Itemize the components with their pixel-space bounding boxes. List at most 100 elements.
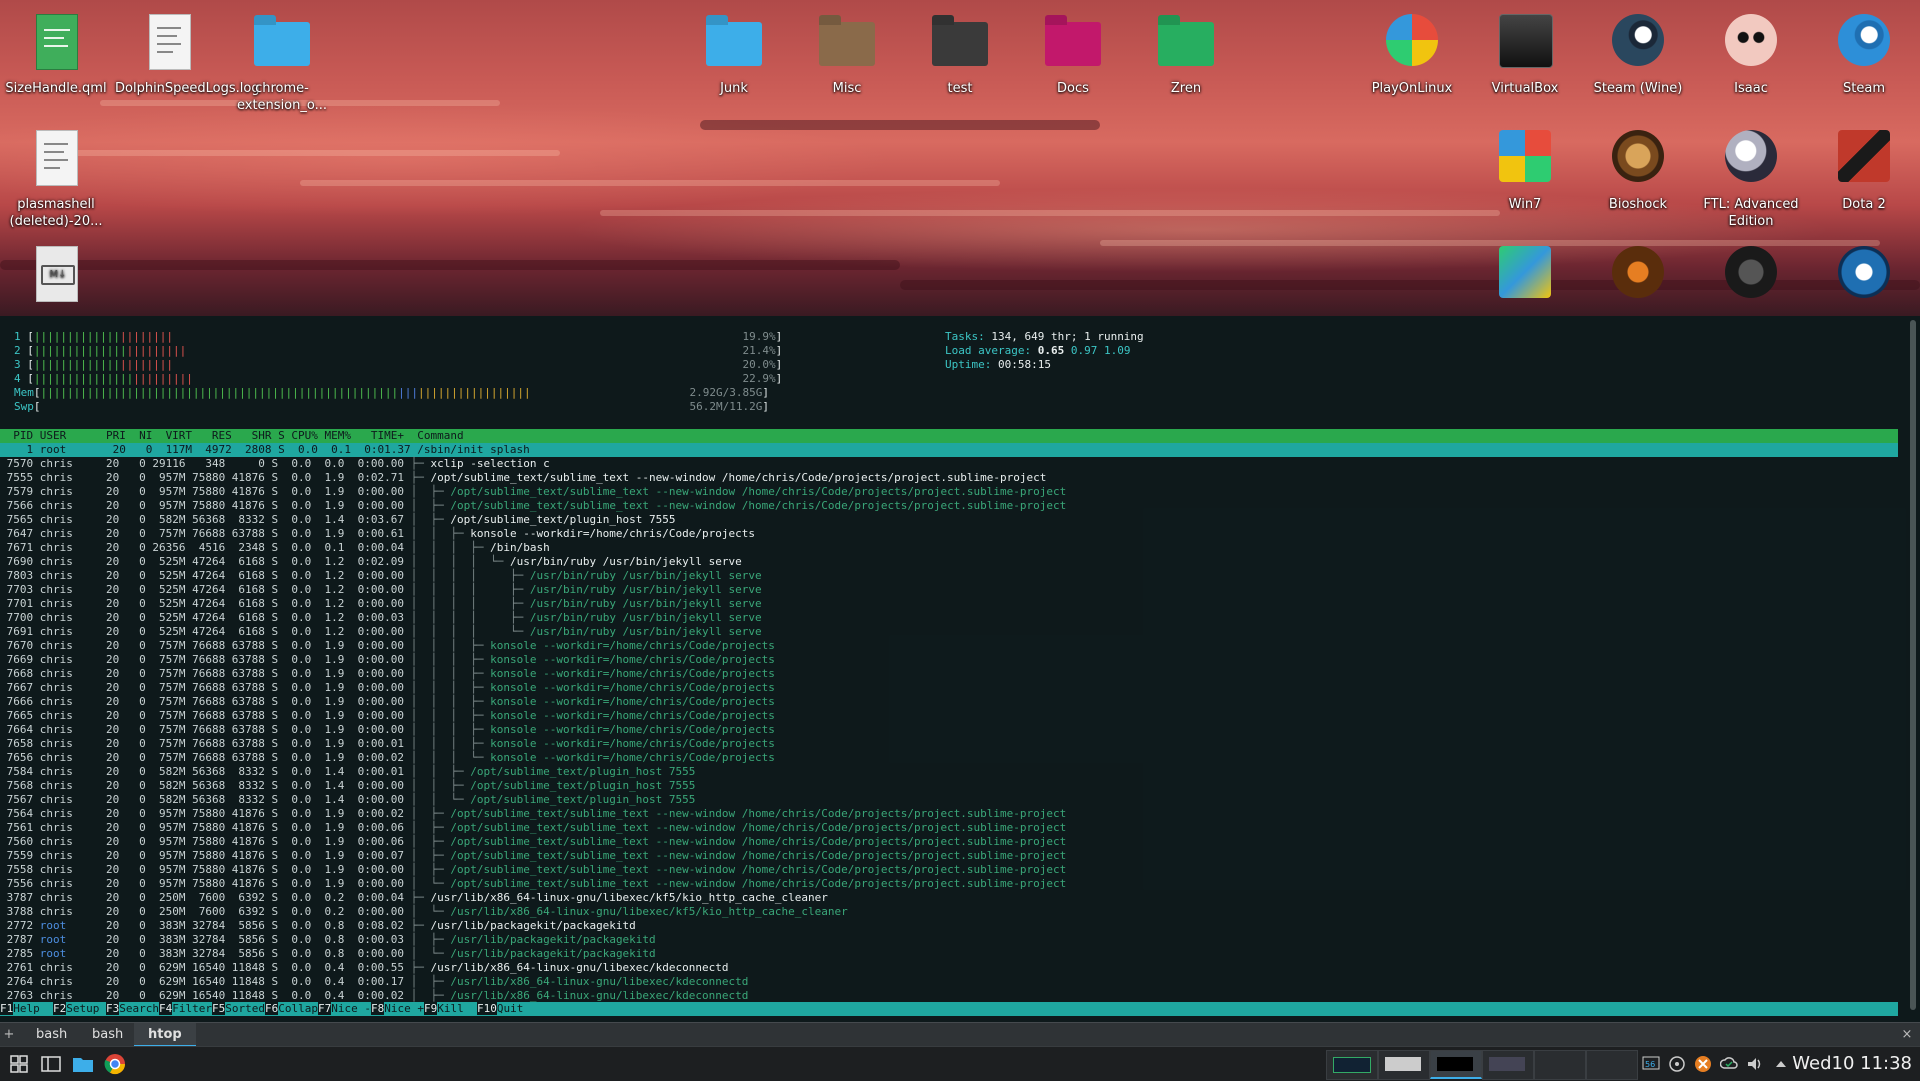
file-manager-icon[interactable] bbox=[70, 1051, 96, 1077]
fkey-f7[interactable]: F7 bbox=[318, 1002, 332, 1015]
desktop-app-steam-wine[interactable]: Steam (Wine) bbox=[1584, 10, 1692, 97]
process-row[interactable]: 7667 chris 20 0 757M 76688 63788 S 0.0 1… bbox=[0, 681, 1898, 695]
process-row[interactable]: 7560 chris 20 0 957M 75880 41876 S 0.0 1… bbox=[0, 835, 1898, 849]
desktop-folder-docs[interactable]: Docs bbox=[1019, 10, 1127, 97]
desktop-icon-dolphinspeedlogs[interactable]: DolphinSpeedLogs.log bbox=[115, 10, 260, 97]
process-row[interactable]: 7701 chris 20 0 525M 47264 6168 S 0.0 1.… bbox=[0, 597, 1898, 611]
fkey-label[interactable]: Setup bbox=[66, 1002, 106, 1015]
process-row[interactable]: 7700 chris 20 0 525M 47264 6168 S 0.0 1.… bbox=[0, 611, 1898, 625]
volume-icon[interactable] bbox=[1746, 1055, 1764, 1073]
process-row[interactable]: 7690 chris 20 0 525M 47264 6168 S 0.0 1.… bbox=[0, 555, 1898, 569]
fkey-label[interactable]: Sorted bbox=[225, 1002, 265, 1015]
process-row[interactable]: 7703 chris 20 0 525M 47264 6168 S 0.0 1.… bbox=[0, 583, 1898, 597]
desktop-app-ftl[interactable]: FTL: Advanced Edition bbox=[1697, 126, 1805, 230]
system-monitor-icon[interactable]: 56 bbox=[1642, 1055, 1660, 1073]
process-row[interactable]: 7670 chris 20 0 757M 76688 63788 S 0.0 1… bbox=[0, 639, 1898, 653]
process-row[interactable]: 7665 chris 20 0 757M 76688 63788 S 0.0 1… bbox=[0, 709, 1898, 723]
cloud-sync-icon[interactable] bbox=[1719, 1055, 1738, 1073]
desktop-app-rocket-league[interactable] bbox=[1810, 242, 1918, 312]
fkey-label[interactable]: Help bbox=[13, 1002, 53, 1015]
fkey-f6[interactable]: F6 bbox=[265, 1002, 279, 1015]
process-row[interactable]: 7559 chris 20 0 957M 75880 41876 S 0.0 1… bbox=[0, 849, 1898, 863]
show-desktop-icon[interactable] bbox=[38, 1051, 64, 1077]
process-row[interactable]: 7671 chris 20 0 26356 4516 2348 S 0.0 0.… bbox=[0, 541, 1898, 555]
tab-bash-2[interactable]: bash bbox=[78, 1023, 137, 1047]
desktop-folder-misc[interactable]: Misc bbox=[793, 10, 901, 97]
process-row[interactable]: 2761 chris 20 0 629M 16540 11848 S 0.0 0… bbox=[0, 961, 1898, 975]
fkey-label[interactable]: Collap bbox=[278, 1002, 318, 1015]
process-row[interactable]: 7565 chris 20 0 582M 56368 8332 S 0.0 1.… bbox=[0, 513, 1898, 527]
process-row[interactable]: 2787 root 20 0 383M 32784 5856 S 0.0 0.8… bbox=[0, 933, 1898, 947]
process-row[interactable]: 7570 chris 20 0 29116 348 0 S 0.0 0.0 0:… bbox=[0, 457, 1898, 471]
process-row[interactable]: 7803 chris 20 0 525M 47264 6168 S 0.0 1.… bbox=[0, 569, 1898, 583]
clock[interactable]: Wed10 11:38 bbox=[1792, 1047, 1912, 1081]
network-status-icon[interactable] bbox=[1668, 1055, 1686, 1073]
fkey-f10[interactable]: F10 bbox=[477, 1002, 497, 1015]
process-row[interactable]: 7647 chris 20 0 757M 76688 63788 S 0.0 1… bbox=[0, 527, 1898, 541]
desktop-app-game[interactable] bbox=[1471, 242, 1579, 312]
task-window-3[interactable] bbox=[1586, 1050, 1638, 1080]
app-launcher-icon[interactable] bbox=[6, 1051, 32, 1077]
process-row[interactable]: 7555 chris 20 0 957M 75880 41876 S 0.0 1… bbox=[0, 471, 1898, 485]
desktop-icon-sizehandle[interactable]: SizeHandle.qml bbox=[2, 10, 110, 97]
process-row[interactable]: 7656 chris 20 0 757M 76688 63788 S 0.0 1… bbox=[0, 751, 1898, 765]
process-row[interactable]: 2763 chris 20 0 629M 16540 11848 S 0.0 0… bbox=[0, 989, 1898, 1003]
process-row[interactable]: 7658 chris 20 0 757M 76688 63788 S 0.0 1… bbox=[0, 737, 1898, 751]
close-tab-icon[interactable]: × bbox=[1900, 1023, 1914, 1047]
desktop-icon-plasmashell[interactable]: plasmashell (deleted)-20... bbox=[2, 126, 110, 230]
chrome-icon[interactable] bbox=[102, 1051, 128, 1077]
fkey-label[interactable]: Kill bbox=[437, 1002, 477, 1015]
fkey-f9[interactable]: F9 bbox=[424, 1002, 438, 1015]
htop-terminal[interactable]: 1 [||||||||||||||||||||| 19.9%] 2 [||||||… bbox=[0, 316, 1920, 1027]
fkey-label[interactable]: Nice - bbox=[331, 1002, 371, 1015]
task-terminal[interactable] bbox=[1326, 1050, 1378, 1080]
desktop-app-playonlinux[interactable]: PlayOnLinux bbox=[1358, 10, 1466, 97]
desktop-folder-junk[interactable]: Junk bbox=[680, 10, 788, 97]
desktop-icon-markdown[interactable]: M↓ bbox=[2, 242, 110, 312]
process-row-selected[interactable]: 1 root 20 0 117M 4972 2808 S 0.0 0.1 0:0… bbox=[0, 443, 1898, 457]
task-chrome[interactable] bbox=[1378, 1050, 1430, 1080]
fkey-label[interactable]: Search bbox=[119, 1002, 159, 1015]
desktop-app-steam[interactable]: Steam bbox=[1810, 10, 1918, 97]
tab-htop[interactable]: htop bbox=[134, 1023, 196, 1047]
desktop-app-torchlight[interactable] bbox=[1584, 242, 1692, 312]
fkey-f8[interactable]: F8 bbox=[371, 1002, 385, 1015]
terminal-scrollbar[interactable] bbox=[1910, 320, 1916, 1010]
task-konsole[interactable] bbox=[1430, 1050, 1482, 1079]
process-row[interactable]: 7669 chris 20 0 757M 76688 63788 S 0.0 1… bbox=[0, 653, 1898, 667]
process-row[interactable]: 7691 chris 20 0 525M 47264 6168 S 0.0 1.… bbox=[0, 625, 1898, 639]
process-row[interactable]: 7579 chris 20 0 957M 75880 41876 S 0.0 1… bbox=[0, 485, 1898, 499]
process-row[interactable]: 7564 chris 20 0 957M 75880 41876 S 0.0 1… bbox=[0, 807, 1898, 821]
desktop-app-isaac[interactable]: Isaac bbox=[1697, 10, 1805, 97]
process-row[interactable]: 7664 chris 20 0 757M 76688 63788 S 0.0 1… bbox=[0, 723, 1898, 737]
fkey-label[interactable]: Filter bbox=[172, 1002, 212, 1015]
desktop-app-virtualbox[interactable]: VirtualBox bbox=[1471, 10, 1579, 97]
process-table-header[interactable]: PID USER PRI NI VIRT RES SHR S CPU% MEM%… bbox=[0, 429, 1898, 443]
fkey-f4[interactable]: F4 bbox=[159, 1002, 173, 1015]
process-row[interactable]: 3788 chris 20 0 250M 7600 6392 S 0.0 0.2… bbox=[0, 905, 1898, 919]
desktop-app-bioshock[interactable]: Bioshock bbox=[1584, 126, 1692, 213]
tray-expand-icon[interactable] bbox=[1772, 1055, 1790, 1073]
process-row[interactable]: 7666 chris 20 0 757M 76688 63788 S 0.0 1… bbox=[0, 695, 1898, 709]
tab-bash-1[interactable]: bash bbox=[22, 1023, 81, 1047]
fkey-label[interactable]: Nice + bbox=[384, 1002, 424, 1015]
process-row[interactable]: 2772 root 20 0 383M 32784 5856 S 0.0 0.8… bbox=[0, 919, 1898, 933]
process-row[interactable]: 7558 chris 20 0 957M 75880 41876 S 0.0 1… bbox=[0, 863, 1898, 877]
process-row[interactable]: 2785 root 20 0 383M 32784 5856 S 0.0 0.8… bbox=[0, 947, 1898, 961]
process-row[interactable]: 7556 chris 20 0 957M 75880 41876 S 0.0 1… bbox=[0, 877, 1898, 891]
process-row[interactable]: 2764 chris 20 0 629M 16540 11848 S 0.0 0… bbox=[0, 975, 1898, 989]
process-row[interactable]: 7567 chris 20 0 582M 56368 8332 S 0.0 1.… bbox=[0, 793, 1898, 807]
fkey-label[interactable]: Quit bbox=[497, 1002, 537, 1015]
fkey-f5[interactable]: F5 bbox=[212, 1002, 226, 1015]
fkey-f3[interactable]: F3 bbox=[106, 1002, 120, 1015]
desktop-app-dota2[interactable]: Dota 2 bbox=[1810, 126, 1918, 213]
new-tab-icon[interactable]: + bbox=[2, 1023, 16, 1047]
updates-alert-icon[interactable] bbox=[1694, 1055, 1712, 1073]
desktop-app-witcher[interactable] bbox=[1697, 242, 1805, 312]
desktop-folder-test[interactable]: test bbox=[906, 10, 1014, 97]
desktop-folder-zren[interactable]: Zren bbox=[1132, 10, 1240, 97]
fkey-f1[interactable]: F1 bbox=[0, 1002, 14, 1015]
process-row[interactable]: 7561 chris 20 0 957M 75880 41876 S 0.0 1… bbox=[0, 821, 1898, 835]
desktop-icon-chrome-extension[interactable]: chrome-extension_o... bbox=[228, 10, 336, 114]
process-row[interactable]: 7584 chris 20 0 582M 56368 8332 S 0.0 1.… bbox=[0, 765, 1898, 779]
